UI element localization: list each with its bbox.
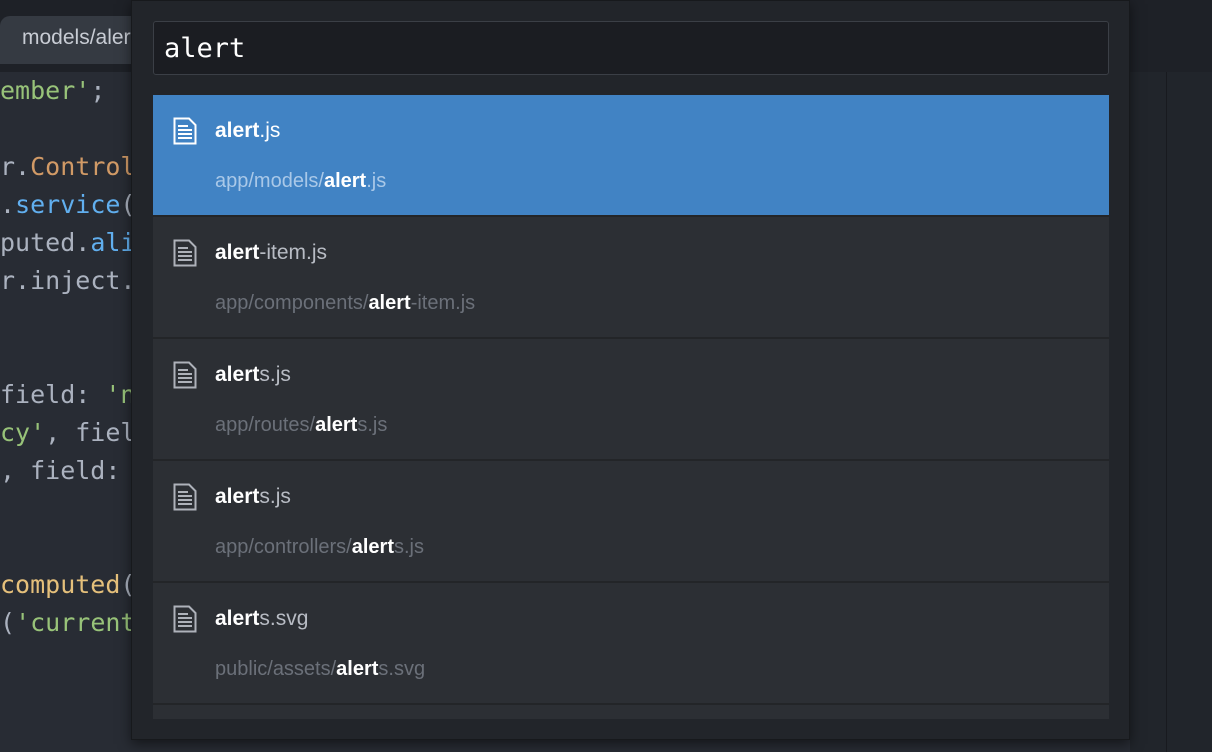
fuzzy-finder-panel: alert.jsapp/models/alert.jsalert-item.js…	[131, 0, 1130, 740]
file-text-icon	[173, 117, 197, 145]
result-file-name: alerts.js	[215, 479, 291, 515]
file-text-icon	[173, 239, 197, 267]
result-file-path: public/assets/alerts.svg	[215, 651, 425, 687]
code-token: service	[15, 190, 121, 219]
text-segment: -item.js	[410, 292, 476, 314]
right-gutter	[1130, 72, 1212, 752]
file-text-icon	[173, 483, 197, 511]
code-token: , field:	[0, 456, 132, 485]
code-token: .	[0, 190, 16, 219]
result-item[interactable]: alerts.svg public/assets/alerts.svg	[153, 583, 1109, 703]
code-token: 'n	[105, 380, 132, 409]
text-segment: app/routes/	[215, 414, 316, 436]
code-line: ('current	[0, 604, 132, 642]
match-highlight: alert	[336, 658, 379, 680]
code-line: .service(	[0, 186, 132, 224]
match-highlight: alert	[323, 170, 367, 192]
code-token: puted.	[0, 228, 91, 257]
gutter-divider	[1166, 72, 1167, 752]
result-file-path: app/models/alert.js	[215, 163, 386, 199]
match-highlight: alert	[215, 485, 260, 508]
file-text-icon	[173, 361, 197, 389]
text-segment: s.js	[357, 414, 388, 436]
text-segment: .js	[366, 170, 387, 192]
code-line: , field:	[0, 452, 132, 490]
code-token: (	[0, 608, 16, 637]
result-file-name: alerts.svg	[215, 601, 308, 637]
code-line: puted.alias	[0, 224, 132, 262]
code-line: cy', field	[0, 414, 132, 452]
match-highlight: alert	[315, 414, 358, 436]
result-item[interactable]: alert.js app/models/alert.js	[153, 95, 1109, 215]
code-line: field: 'n	[0, 376, 132, 414]
text-segment: .js	[259, 119, 281, 142]
match-highlight: alert	[215, 241, 260, 264]
code-token: computed	[0, 570, 121, 599]
text-segment: public/assets/	[215, 658, 337, 680]
code-token: cy'	[0, 418, 46, 447]
fuzzy-finder-query-input[interactable]	[153, 21, 1109, 75]
code-token: , field	[45, 418, 132, 447]
result-divider	[153, 703, 1109, 705]
result-item[interactable]: alerts.js app/routes/alerts.js	[153, 339, 1109, 459]
code-token: field:	[0, 380, 106, 409]
text-segment: s.js	[259, 363, 291, 386]
code-token: alias	[90, 228, 132, 257]
code-line: r.Controller	[0, 148, 132, 186]
text-segment: s.svg	[259, 607, 309, 630]
text-segment: app/components/	[215, 292, 369, 314]
file-text-icon	[173, 605, 197, 633]
match-highlight: alert	[215, 607, 260, 630]
match-highlight: alert	[215, 363, 260, 386]
code-token: ember'	[0, 76, 91, 105]
text-segment: app/controllers/	[215, 536, 352, 558]
result-file-path: app/controllers/alerts.js	[215, 529, 424, 565]
text-segment: s.js	[394, 536, 424, 558]
match-highlight: alert	[351, 536, 394, 558]
code-line: r.inject.	[0, 262, 132, 300]
result-file-path: app/routes/alerts.js	[215, 407, 387, 443]
code-token: r.	[0, 152, 31, 181]
result-file-name: alert-item.js	[215, 235, 327, 271]
code-token: 'current	[15, 608, 132, 637]
code-token: ;	[90, 76, 106, 105]
result-file-path: app/components/alert-item.js	[215, 285, 475, 321]
result-item[interactable]: alert-item.js app/components/alert-item.j…	[153, 217, 1109, 337]
code-token: r.	[0, 266, 31, 295]
code-line: computed(	[0, 566, 132, 604]
match-highlight: alert	[215, 119, 260, 142]
text-segment: app/models/	[215, 170, 324, 192]
code-line: ember';	[0, 72, 105, 110]
code-view[interactable]: ember';r.Controller.service(puted.aliasr…	[0, 72, 132, 752]
result-file-name: alerts.js	[215, 357, 291, 393]
result-file-name: alert.js	[215, 113, 280, 149]
match-highlight: alert	[368, 292, 411, 314]
text-segment: s.svg	[378, 658, 426, 680]
tab-models-alert[interactable]: models/alert.js	[0, 16, 150, 64]
fuzzy-finder-results-list: alert.js app/models/alert.js alert-item.js…	[153, 95, 1109, 719]
text-segment: -item.js	[259, 241, 328, 264]
text-segment: s.js	[259, 485, 291, 508]
code-token: Controller	[30, 152, 132, 181]
result-item[interactable]: alerts.js app/controllers/alerts.js	[153, 461, 1109, 581]
code-token: inject.	[30, 266, 132, 295]
